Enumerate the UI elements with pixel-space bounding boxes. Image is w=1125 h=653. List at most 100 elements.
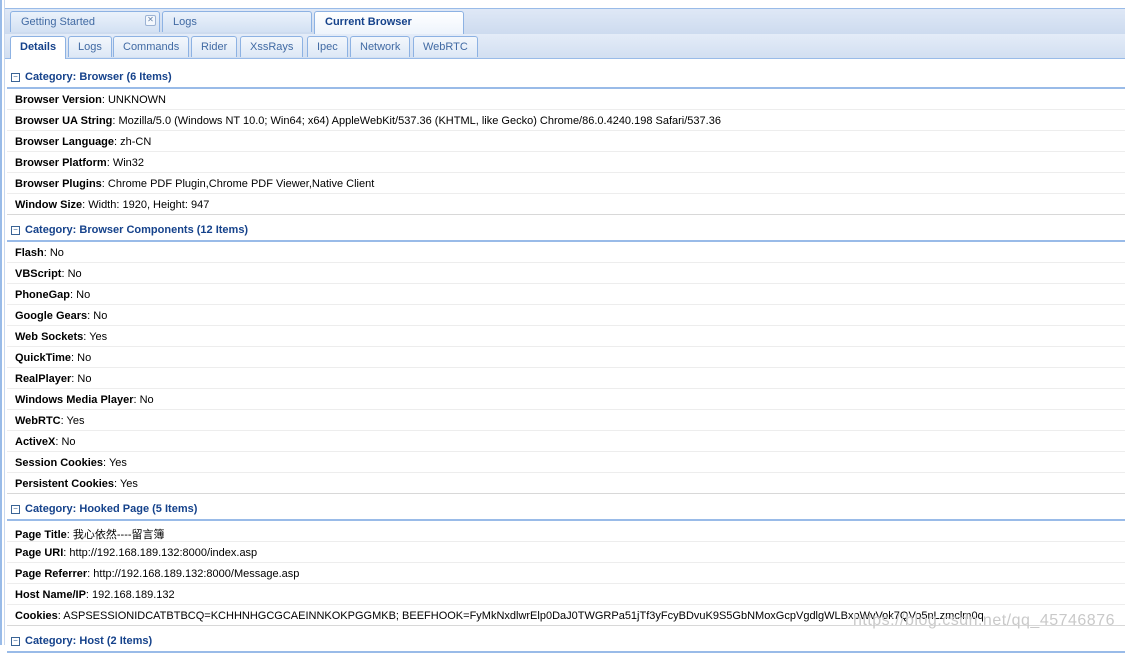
- table-row: Windows Media Player: No: [7, 389, 1125, 410]
- row-key: Web Sockets: [15, 331, 84, 343]
- row-key: PhoneGap: [15, 289, 71, 301]
- table-row: Browser Version: UNKNOWN: [7, 89, 1125, 110]
- tab-webrtc[interactable]: WebRTC: [413, 36, 478, 57]
- table-row: Page Referrer: http://192.168.189.132:80…: [7, 563, 1125, 584]
- close-icon[interactable]: ✕: [145, 15, 156, 26]
- row-value: : Chrome PDF Plugin,Chrome PDF Viewer,Na…: [101, 178, 375, 190]
- row-key: Page Title: [15, 529, 67, 541]
- row-key: RealPlayer: [15, 373, 72, 385]
- group-header-host[interactable]: − Category: Host (2 Items): [7, 626, 1125, 653]
- row-key: Browser UA String: [15, 115, 113, 127]
- row-value: : No: [70, 289, 91, 301]
- tab-label: Getting Started: [21, 16, 95, 28]
- row-value: : ASPSESSIONIDCATBTBCQ=KCHHNHGCGCAEINNKO…: [57, 610, 984, 622]
- row-key: Session Cookies: [15, 457, 104, 469]
- row-value: : No: [71, 352, 92, 364]
- row-value: : No: [133, 394, 154, 406]
- row-value: : Yes: [60, 415, 85, 427]
- tab-details[interactable]: Details: [10, 36, 67, 59]
- row-value: : No: [61, 268, 82, 280]
- table-row: Browser UA String: Mozilla/5.0 (Windows …: [7, 110, 1125, 131]
- table-row: RealPlayer: No: [7, 368, 1125, 389]
- group-title: Category: Browser (6 Items): [25, 71, 172, 83]
- tab-getting-started[interactable]: Getting Started ✕: [10, 11, 160, 32]
- table-row: Host Name/IP: 192.168.189.132: [7, 584, 1125, 605]
- row-key: Browser Version: [15, 94, 102, 106]
- tab-label: Network: [360, 41, 401, 53]
- row-key: Cookies: [15, 610, 58, 622]
- tab-label: Ipec: [317, 41, 338, 53]
- row-value: : http://192.168.189.132:8000/index.asp: [63, 547, 258, 559]
- tab-label: XssRays: [250, 41, 294, 53]
- row-value: : Width: 1920, Height: 947: [82, 199, 210, 211]
- row-key: Page Referrer: [15, 568, 88, 580]
- table-row: WebRTC: Yes: [7, 410, 1125, 431]
- table-row: Window Size: Width: 1920, Height: 947: [7, 194, 1125, 215]
- table-row: VBScript: No: [7, 263, 1125, 284]
- details-grid: − Category: Browser (6 Items) Browser Ve…: [7, 62, 1125, 653]
- tab-label: Logs: [78, 41, 102, 53]
- main-tab-strip: Getting Started ✕ Logs Current Browser: [5, 8, 1125, 35]
- table-row: Page URI: http://192.168.189.132:8000/in…: [7, 542, 1125, 563]
- tab-ipec[interactable]: Ipec: [307, 36, 348, 57]
- tab-label: Current Browser: [325, 16, 412, 28]
- row-key: Persistent Cookies: [15, 478, 115, 490]
- row-key: Windows Media Player: [15, 394, 134, 406]
- row-value: : No: [71, 373, 92, 385]
- tab-label: Rider: [201, 41, 228, 53]
- row-value: : Yes: [103, 457, 127, 469]
- row-key: Browser Plugins: [15, 178, 102, 190]
- collapse-icon[interactable]: −: [11, 226, 20, 235]
- row-key: QuickTime: [15, 352, 72, 364]
- row-key: VBScript: [15, 268, 62, 280]
- row-value: : No: [87, 310, 108, 322]
- table-row: Session Cookies: Yes: [7, 452, 1125, 473]
- row-value: : Win32: [106, 157, 144, 169]
- row-key: Page URI: [15, 547, 64, 559]
- tab-label: Commands: [123, 41, 180, 53]
- row-key: Browser Platform: [15, 157, 107, 169]
- left-border: [0, 0, 2, 645]
- table-row: Google Gears: No: [7, 305, 1125, 326]
- tab-label: Details: [20, 41, 57, 53]
- row-value: : 我心依然----留言簿: [66, 529, 165, 541]
- table-row: Flash: No: [7, 242, 1125, 263]
- group-title: Category: Hooked Page (5 Items): [25, 503, 198, 515]
- group-header-browser-components[interactable]: − Category: Browser Components (12 Items…: [7, 215, 1125, 242]
- collapse-icon[interactable]: −: [11, 505, 20, 514]
- row-value: : UNKNOWN: [101, 94, 166, 106]
- group-header-browser[interactable]: − Category: Browser (6 Items): [7, 62, 1125, 89]
- row-value: : Yes: [114, 478, 138, 490]
- row-key: WebRTC: [15, 415, 61, 427]
- tab-label: Logs: [173, 16, 197, 28]
- row-value: : http://192.168.189.132:8000/Message.as…: [87, 568, 300, 580]
- row-key: ActiveX: [15, 436, 56, 448]
- group-header-hooked-page[interactable]: − Category: Hooked Page (5 Items): [7, 494, 1125, 521]
- collapse-icon[interactable]: −: [11, 73, 20, 82]
- row-key: Google Gears: [15, 310, 88, 322]
- left-border-inner: [4, 0, 5, 645]
- row-value: : zh-CN: [114, 136, 152, 148]
- row-value: : No: [43, 247, 64, 259]
- table-row: Page Title: 我心依然----留言簿: [7, 521, 1125, 542]
- tab-xssrays[interactable]: XssRays: [240, 36, 304, 57]
- tab-logs[interactable]: Logs: [162, 11, 312, 32]
- row-key: Host Name/IP: [15, 589, 86, 601]
- row-value: : 192.168.189.132: [85, 589, 175, 601]
- group-title: Category: Browser Components (12 Items): [25, 224, 249, 236]
- tab-rider[interactable]: Rider: [191, 36, 238, 57]
- tab-logs-sub[interactable]: Logs: [68, 36, 112, 57]
- row-key: Window Size: [15, 199, 83, 211]
- row-key: Browser Language: [15, 136, 115, 148]
- tab-label: WebRTC: [423, 41, 468, 53]
- row-value: : Yes: [83, 331, 108, 343]
- table-row: QuickTime: No: [7, 347, 1125, 368]
- group-title: Category: Host (2 Items): [25, 635, 153, 647]
- row-value: : Mozilla/5.0 (Windows NT 10.0; Win64; x…: [112, 115, 721, 127]
- tab-commands[interactable]: Commands: [113, 36, 190, 57]
- table-row: Browser Platform: Win32: [7, 152, 1125, 173]
- tab-network[interactable]: Network: [350, 36, 411, 57]
- row-value: : No: [55, 436, 76, 448]
- table-row: ActiveX: No: [7, 431, 1125, 452]
- tab-current-browser[interactable]: Current Browser: [314, 11, 464, 34]
